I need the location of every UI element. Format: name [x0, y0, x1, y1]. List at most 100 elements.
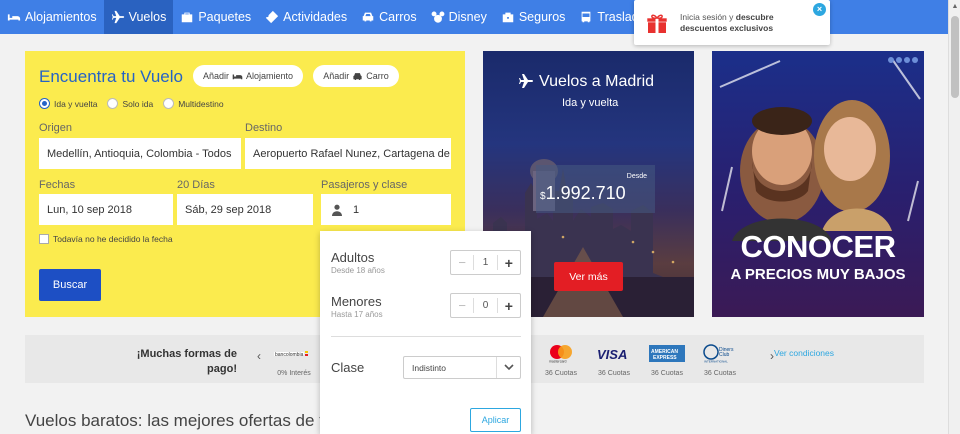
minors-value[interactable]: 0: [473, 298, 498, 313]
conocer-title: CONOCER: [740, 229, 896, 264]
close-icon[interactable]: ×: [813, 3, 826, 16]
person-icon: [332, 204, 342, 216]
minors-sublabel: Hasta 17 años: [331, 310, 383, 319]
trip-type-label: Solo ida: [122, 98, 154, 109]
bed-icon: [7, 14, 21, 21]
price-desde-label: Desde: [626, 173, 647, 180]
adults-label: Adultos: [331, 250, 375, 265]
trip-type-label: Ida y vuelta: [54, 98, 98, 109]
nav-item-disney[interactable]: Disney: [424, 0, 494, 34]
price-amount: $1.992.710: [540, 183, 626, 204]
briefcase-icon: [502, 12, 514, 23]
payment-card-bancolombia[interactable]: bancolombia 0% Interés: [270, 344, 318, 377]
payment-card-diners[interactable]: Diners Club INTERNATIONAL 36 Cuotas: [700, 344, 740, 377]
payment-card-amex[interactable]: AMERICAN EXPRESS 36 Cuotas: [647, 344, 687, 377]
conocer-subtitle: A PRECIOS MUY BAJOS: [730, 266, 906, 283]
nav-item-label: Alojamientos: [25, 10, 97, 24]
minors-decrement-button[interactable]: −: [451, 298, 473, 313]
card-caption: 36 Cuotas: [704, 370, 736, 377]
undecided-date-checkbox[interactable]: Todavía no he decidido la fecha: [39, 234, 173, 244]
add-car-label: Añadir: [323, 71, 350, 81]
bancolombia-logo-icon: bancolombia: [270, 344, 318, 363]
scroll-thumb[interactable]: [951, 16, 959, 98]
date-to-input[interactable]: Sáb, 29 sep 2018: [177, 194, 313, 225]
plane-icon: [519, 74, 533, 88]
radio-unselected[interactable]: [107, 98, 119, 109]
page-scrollbar[interactable]: ▲: [948, 0, 960, 434]
login-popup: Inicia sesión y descubre descuentos excl…: [634, 0, 830, 45]
nav-item-alojamientos[interactable]: Alojamientos: [0, 0, 104, 34]
nav-item-label: Paquetes: [198, 10, 252, 24]
origin-label: Origen: [39, 122, 73, 134]
ver-condiciones-link[interactable]: Ver condiciones: [774, 348, 834, 358]
passengers-input[interactable]: 1: [321, 194, 451, 225]
car-icon: [353, 72, 362, 80]
madrid-price-box: Desde $1.992.710: [536, 165, 655, 213]
nav-item-seguros[interactable]: Seguros: [494, 0, 573, 34]
trip-type-label: Multidestino: [178, 98, 224, 109]
ver-mas-button[interactable]: Ver más: [554, 262, 623, 291]
date-from-input[interactable]: Lun, 10 sep 2018: [39, 194, 173, 225]
chevron-down-icon[interactable]: [496, 357, 520, 378]
nav-item-label: Actividades: [283, 10, 348, 24]
nav-item-label: Seguros: [518, 10, 566, 24]
trip-type-multi[interactable]: Multidestino: [163, 98, 224, 109]
minors-increment-button[interactable]: +: [498, 298, 520, 314]
card-caption: 36 Cuotas: [651, 370, 683, 377]
apply-button[interactable]: Aplicar: [470, 408, 521, 432]
search-button[interactable]: Buscar: [39, 269, 101, 301]
nav-item-label: Vuelos: [128, 10, 167, 24]
madrid-banner-title: Vuelos a Madrid: [539, 73, 655, 90]
gift-icon: [646, 14, 668, 33]
nav-item-carros[interactable]: Carros: [354, 0, 424, 34]
add-lodging-button[interactable]: Añadir Alojamiento: [193, 65, 303, 87]
chevron-left-icon[interactable]: ‹: [257, 349, 261, 363]
dates-label: Fechas: [39, 179, 76, 191]
radio-unselected[interactable]: [163, 98, 175, 109]
origin-input[interactable]: Medellín, Antioquia, Colombia - Todos: [39, 138, 241, 169]
class-select-value: Indistinto: [412, 362, 447, 373]
adults-stepper: − 1 +: [450, 250, 521, 275]
minors-stepper: − 0 +: [450, 293, 521, 318]
dot: [888, 57, 894, 63]
destination-input[interactable]: Aeropuerto Rafael Nunez, Cartagena de: [245, 138, 451, 169]
madrid-banner-subtitle: Ida y vuelta: [562, 97, 619, 109]
amex-logo-icon: AMERICAN EXPRESS: [647, 344, 687, 363]
section-title: Vuelos baratos: las mejores ofertas de t: [25, 411, 324, 430]
trip-type-round[interactable]: Ida y vuelta: [39, 98, 97, 109]
conocer-promo-banner[interactable]: CONOCER A PRECIOS MUY BAJOS: [712, 51, 924, 317]
adults-increment-button[interactable]: +: [498, 255, 520, 271]
trip-type-oneway[interactable]: Solo ida: [107, 98, 153, 109]
payment-card-visa[interactable]: VISA 36 Cuotas: [594, 344, 634, 378]
passengers-value: 1: [353, 203, 360, 216]
nav-item-vuelos[interactable]: Vuelos: [103, 0, 174, 34]
visa-logo-icon: VISA: [594, 344, 634, 363]
destination-label: Destino: [245, 122, 283, 134]
divider: [331, 336, 521, 337]
radio-selected[interactable]: [39, 98, 50, 109]
add-car-button[interactable]: Añadir Carro: [313, 65, 399, 87]
login-popup-text[interactable]: Inicia sesión y descubre descuentos excl…: [680, 12, 820, 34]
checkbox-box[interactable]: [39, 234, 49, 244]
trip-type-group: Ida y vuelta Solo ida Multidestino: [39, 98, 224, 109]
passengers-label: Pasajeros y clase: [321, 179, 408, 191]
banner-dots: [888, 57, 918, 63]
days-count-label: 20 Días: [177, 179, 215, 191]
dot: [904, 57, 910, 63]
adults-decrement-button[interactable]: −: [451, 255, 473, 270]
dot: [896, 57, 902, 63]
card-caption: 36 Cuotas: [545, 370, 577, 377]
payment-title: ¡Muchas formas de pago!: [136, 348, 237, 375]
mastercard-logo-icon: mastercard: [541, 344, 581, 363]
nav-item-paquetes[interactable]: Paquetes: [173, 0, 258, 34]
bus-icon: [582, 11, 591, 23]
price-value: 1.992.710: [545, 183, 626, 203]
class-label: Clase: [331, 360, 365, 375]
scroll-up-arrow-icon[interactable]: ▲: [949, 0, 960, 14]
adults-value[interactable]: 1: [473, 255, 498, 270]
class-select[interactable]: Indistinto: [403, 356, 521, 379]
card-caption: 0% Interés: [277, 370, 311, 377]
nav-item-actividades[interactable]: Actividades: [258, 0, 354, 34]
payment-card-mastercard[interactable]: mastercard 36 Cuotas: [541, 344, 581, 377]
add-lodging-suffix: Alojamiento: [245, 71, 294, 81]
